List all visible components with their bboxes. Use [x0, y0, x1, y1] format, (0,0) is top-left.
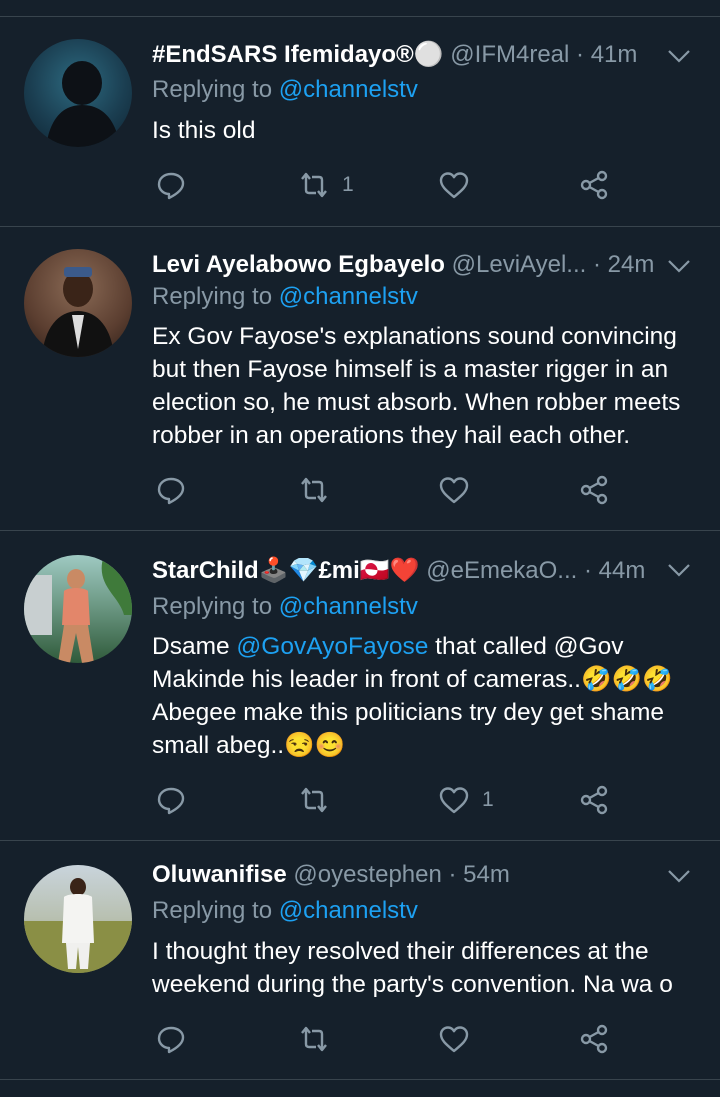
- display-name[interactable]: Levi Ayelabowo Egbayelo: [152, 251, 445, 278]
- share-button[interactable]: [579, 782, 611, 818]
- like-button[interactable]: [438, 472, 470, 508]
- tweet-text-line: small abeg..😒😊: [152, 732, 346, 759]
- reply-icon: [157, 787, 185, 815]
- tweet-divider: [0, 1079, 720, 1080]
- share-button[interactable]: [579, 167, 611, 203]
- tweet-header: Oluwanifise @oyestephen · 54m: [152, 859, 656, 891]
- share-button[interactable]: [579, 1021, 611, 1057]
- retweet-count: 1: [342, 173, 354, 196]
- replying-to: Replying to @channelstv: [152, 895, 418, 927]
- tweet-header: #EndSARS Ifemidayo®⚪ @IFM4real · 41m: [152, 39, 656, 71]
- share-icon: [580, 785, 608, 815]
- timestamp: · 41m: [576, 41, 638, 68]
- like-count: 1: [482, 788, 494, 811]
- reply-icon: [157, 172, 185, 200]
- tweet-text-line: Is this old: [152, 117, 256, 144]
- tweet-1[interactable]: #EndSARS Ifemidayo®⚪ @IFM4real · 41m Rep…: [0, 17, 720, 226]
- user-handle[interactable]: @oyestephen: [293, 861, 441, 888]
- reply-icon: [157, 1026, 185, 1054]
- display-name[interactable]: #EndSARS Ifemidayo®⚪: [152, 41, 444, 68]
- heart-icon: [439, 172, 469, 199]
- tweet-header: StarChild🕹️💎£mi🇬🇱❤️ @eEmekaO... · 44m: [152, 555, 656, 587]
- replying-mention[interactable]: @channelstv: [279, 897, 418, 924]
- timestamp: · 54m: [448, 861, 510, 888]
- retweet-icon: [301, 172, 327, 198]
- tweet-3[interactable]: StarChild🕹️💎£mi🇬🇱❤️ @eEmekaO... · 44m Re…: [0, 531, 720, 840]
- tweet-text: Is this old: [152, 114, 697, 147]
- reply-button[interactable]: [155, 1021, 187, 1057]
- replying-prefix: Replying to: [152, 593, 273, 620]
- display-name[interactable]: StarChild🕹️💎£mi🇬🇱❤️: [152, 557, 420, 584]
- replying-to: Replying to @channelstv: [152, 74, 418, 106]
- user-handle[interactable]: @LeviAyel...: [452, 251, 587, 278]
- share-icon: [580, 475, 608, 505]
- heart-icon: [439, 787, 469, 814]
- avatar[interactable]: [24, 865, 132, 973]
- like-button[interactable]: [438, 1021, 470, 1057]
- retweet-button[interactable]: [298, 782, 342, 818]
- avatar[interactable]: [24, 249, 132, 357]
- avatar[interactable]: [24, 555, 132, 663]
- replying-to: Replying to @channelstv: [152, 281, 418, 313]
- chevron-down-icon[interactable]: [666, 253, 692, 279]
- like-button[interactable]: 1: [438, 782, 494, 818]
- tweet-text-line: Dsame @GovAyoFayose that called @Gov: [152, 630, 697, 663]
- replying-mention[interactable]: @channelstv: [279, 593, 418, 620]
- share-icon: [580, 1024, 608, 1054]
- user-handle[interactable]: @eEmekaO...: [426, 557, 577, 584]
- mention-link[interactable]: @GovAyoFayose: [236, 633, 428, 660]
- tweet-2[interactable]: Levi Ayelabowo Egbayelo @LeviAyel... · 2…: [0, 227, 720, 530]
- reply-button[interactable]: [155, 472, 187, 508]
- heart-icon: [439, 477, 469, 504]
- retweet-button[interactable]: 1: [298, 167, 354, 203]
- tweet-text-line: Ex Gov Fayose's explanations sound convi…: [152, 323, 677, 350]
- retweet-button[interactable]: [298, 472, 342, 508]
- replying-prefix: Replying to: [152, 76, 273, 103]
- replying-mention[interactable]: @channelstv: [279, 283, 418, 310]
- replying-prefix: Replying to: [152, 283, 273, 310]
- tweet-text-line: Makinde his leader in front of cameras..…: [152, 666, 673, 693]
- tweet-text-line: robber in an operations they hail each o…: [152, 422, 631, 449]
- tweet-text-line: election so, he must absorb. When robber…: [152, 389, 681, 416]
- chevron-down-icon[interactable]: [666, 43, 692, 69]
- tweet-text-line: I thought they resolved their difference…: [152, 938, 649, 965]
- reply-icon: [157, 477, 185, 505]
- replying-to: Replying to @channelstv: [152, 591, 418, 623]
- tweet-text-line: but then Fayose himself is a master rigg…: [152, 356, 669, 383]
- reply-button[interactable]: [155, 167, 187, 203]
- tweet-4[interactable]: Oluwanifise @oyestephen · 54m Replying t…: [0, 841, 720, 1079]
- tweet-text: Ex Gov Fayose's explanations sound convi…: [152, 320, 697, 452]
- retweet-icon: [301, 477, 327, 503]
- tweet-text: Dsame @GovAyoFayose that called @Gov Mak…: [152, 630, 697, 762]
- user-handle[interactable]: @IFM4real: [450, 41, 569, 68]
- text-prefix: Dsame: [152, 633, 237, 660]
- reply-button[interactable]: [155, 782, 187, 818]
- timestamp: · 44m: [583, 557, 646, 584]
- text-suffix: that called @Gov: [428, 633, 624, 660]
- avatar[interactable]: [24, 39, 132, 147]
- display-name[interactable]: Oluwanifise: [152, 861, 287, 888]
- retweet-icon: [301, 1026, 327, 1052]
- chevron-down-icon[interactable]: [666, 557, 692, 583]
- share-icon: [580, 170, 608, 200]
- replying-mention[interactable]: @channelstv: [279, 76, 418, 103]
- tweet-text: I thought they resolved their difference…: [152, 935, 697, 1001]
- tweet-text-line: Abegee make this politicians try dey get…: [152, 699, 665, 726]
- tweet-text-line: weekend during the party's convention. N…: [152, 971, 673, 998]
- retweet-button[interactable]: [298, 1021, 342, 1057]
- share-button[interactable]: [579, 472, 611, 508]
- timestamp: · 24m: [592, 251, 655, 278]
- like-button[interactable]: [438, 167, 470, 203]
- retweet-icon: [301, 787, 327, 813]
- replying-prefix: Replying to: [152, 897, 273, 924]
- heart-icon: [439, 1026, 469, 1053]
- chevron-down-icon[interactable]: [666, 863, 692, 889]
- tweet-header: Levi Ayelabowo Egbayelo @LeviAyel... · 2…: [152, 249, 656, 281]
